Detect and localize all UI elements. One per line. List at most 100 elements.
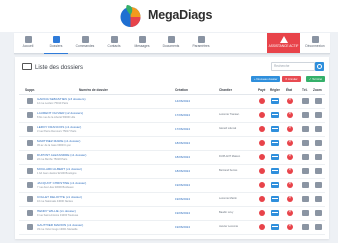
- dossier-name[interactable]: LAURENT OLIVIER (x2 dossiers): [37, 111, 157, 115]
- dossier-address: 22 rue Berthe 75018 Paris: [37, 158, 68, 161]
- nav-documents[interactable]: Documents: [158, 33, 184, 53]
- credit-card-icon[interactable]: [271, 98, 279, 104]
- nav-dossiers[interactable]: Dossiers: [44, 33, 68, 54]
- status-cancel-icon[interactable]: [287, 153, 293, 160]
- table-row[interactable]: JACQUOT CHRISTINE (x1 dossier) 7 rue des …: [19, 179, 325, 193]
- delete-icon[interactable]: [27, 210, 33, 216]
- table-row[interactable]: GAUTHIER MARION (x1 dossier) 33 rue Victo…: [19, 221, 325, 235]
- delete-icon[interactable]: [27, 112, 33, 118]
- nav-parametres[interactable]: Paramètres: [188, 33, 214, 53]
- table-row[interactable]: LEROY FRANCOIS (x1 dossier) 3 rue Pierre …: [19, 123, 325, 137]
- phone-icon[interactable]: [302, 210, 309, 216]
- paid-status-icon: [259, 196, 265, 202]
- credit-card-icon[interactable]: [271, 168, 279, 174]
- nav-messages[interactable]: Messages: [130, 33, 154, 53]
- zoom-icon[interactable]: [315, 210, 322, 216]
- table-row[interactable]: LAURENT OLIVIER (x2 dossiers) 8 bis rue d…: [19, 109, 325, 123]
- status-cancel-icon[interactable]: [287, 125, 293, 132]
- status-cancel-icon[interactable]: [287, 209, 293, 216]
- dossier-name[interactable]: HENRY WILLIE (x1 dossier): [37, 209, 157, 213]
- zoom-icon[interactable]: [315, 154, 322, 160]
- credit-card-icon[interactable]: [271, 126, 279, 132]
- status-cancel-icon[interactable]: [287, 97, 293, 104]
- dossier-name[interactable]: MOULARD ALBERT (x1 dossier): [37, 167, 157, 171]
- status-cancel-icon[interactable]: [287, 111, 293, 118]
- phone-icon[interactable]: [302, 112, 309, 118]
- credit-card-icon[interactable]: [271, 112, 279, 118]
- zoom-icon[interactable]: [315, 140, 322, 146]
- table-row[interactable]: HENRY WILLIE (x1 dossier) 9 rue Saint-Ant…: [19, 207, 325, 221]
- delete-icon[interactable]: [27, 98, 33, 104]
- dossier-name[interactable]: GAUTHIER MARION (x1 dossier): [37, 223, 157, 227]
- delete-icon[interactable]: [27, 154, 33, 160]
- creation-date: 17/06/2024: [175, 113, 191, 117]
- cart-icon: [81, 36, 89, 43]
- creation-date: 19/06/2024: [175, 197, 191, 201]
- zoom-icon[interactable]: [315, 224, 322, 230]
- nav-accueil[interactable]: Accueil: [16, 33, 40, 53]
- new-dossier-button[interactable]: + Nouveau dossier: [251, 76, 281, 82]
- delete-icon[interactable]: [27, 140, 33, 146]
- main-nav: Accueil Dossiers Commandes Contacts Mess…: [14, 33, 330, 54]
- page-title: Liste des dossiers: [22, 63, 83, 71]
- credit-card-icon[interactable]: [271, 140, 279, 146]
- phone-icon[interactable]: [302, 126, 309, 132]
- credit-card-icon[interactable]: [271, 182, 279, 188]
- dossier-name[interactable]: COLLET DELOITTE (x1 dossier): [37, 195, 157, 199]
- phone-icon[interactable]: [302, 140, 309, 146]
- status-cancel-icon[interactable]: [287, 223, 293, 230]
- search-input[interactable]: Recherche: [271, 62, 315, 71]
- zoom-icon[interactable]: [315, 112, 322, 118]
- paid-status-icon: [259, 140, 265, 146]
- phone-icon[interactable]: [302, 182, 309, 188]
- nav-deconnexion[interactable]: Déconnexion: [302, 33, 328, 53]
- zoom-icon[interactable]: [315, 196, 322, 202]
- delete-icon[interactable]: [27, 182, 33, 188]
- delete-icon[interactable]: [27, 196, 33, 202]
- assistance-alert[interactable]: ASSISTANCE ACTIF: [267, 33, 300, 53]
- dossier-name[interactable]: MARTINEZ MARIE (x1 dossier): [37, 139, 157, 143]
- status-cancel-icon[interactable]: [287, 139, 293, 146]
- dossier-name[interactable]: LEROY FRANCOIS (x1 dossier): [37, 125, 157, 129]
- dossier-name[interactable]: GARCIA SEBASTIEN (x3 dossiers): [37, 97, 157, 101]
- paid-status-icon: [259, 168, 265, 174]
- dossier-name[interactable]: JACQUOT CHRISTINE (x1 dossier): [37, 181, 157, 185]
- credit-card-icon[interactable]: [271, 196, 279, 202]
- document-icon: [167, 36, 175, 43]
- phone-icon[interactable]: [302, 168, 309, 174]
- table-row[interactable]: MARTINEZ MARIE (x1 dossier) 45 av. de la …: [19, 137, 325, 151]
- table-row[interactable]: DUPONT ALEXANDRE (x1 dossier) 22 rue Bert…: [19, 151, 325, 165]
- dossier-address: 9 rue Saint-Antoine 31000 Toulouse: [37, 214, 79, 217]
- phone-icon[interactable]: [302, 98, 309, 104]
- table-row[interactable]: MOULARD ALBERT (x1 dossier) 1 bd Jean Jau…: [19, 165, 325, 179]
- status-cancel-icon[interactable]: [287, 195, 293, 202]
- search-button[interactable]: [315, 62, 324, 71]
- dossier-name[interactable]: DUPONT ALEXANDRE (x1 dossier): [37, 153, 157, 157]
- nav-contacts[interactable]: Contacts: [102, 33, 126, 53]
- col-paye: Payé: [258, 88, 266, 92]
- delete-icon[interactable]: [27, 168, 33, 174]
- nav-commandes[interactable]: Commandes: [72, 33, 98, 53]
- status-cancel-icon[interactable]: [287, 181, 293, 188]
- chantier-name: Janvier Lecomte: [219, 225, 239, 228]
- zoom-icon[interactable]: [315, 98, 322, 104]
- table-row[interactable]: COLLET DELOITTE (x1 dossier) 16 rue Natio…: [19, 193, 325, 207]
- delete-icon[interactable]: [27, 224, 33, 230]
- credit-card-icon[interactable]: [271, 210, 279, 216]
- status-cancel-icon[interactable]: [287, 167, 293, 174]
- done-button[interactable]: ✓ Terminé: [306, 76, 326, 82]
- zoom-icon[interactable]: [315, 126, 322, 132]
- phone-icon[interactable]: [302, 154, 309, 160]
- credit-card-icon[interactable]: [271, 154, 279, 160]
- dossier-address: 1 bd Jean Jaurès 92100 Boulogne: [37, 172, 77, 175]
- paid-status-icon: [259, 98, 265, 104]
- cancel-button[interactable]: ✕ Annuler: [282, 76, 301, 82]
- table-row[interactable]: GARCIA SEBASTIEN (x3 dossiers) 12 rue Lec…: [19, 95, 325, 109]
- alert-label: ASSISTANCE ACTIF: [268, 44, 299, 48]
- zoom-icon[interactable]: [315, 168, 322, 174]
- zoom-icon[interactable]: [315, 182, 322, 188]
- phone-icon[interactable]: [302, 196, 309, 202]
- credit-card-icon[interactable]: [271, 224, 279, 230]
- delete-icon[interactable]: [27, 126, 33, 132]
- phone-icon[interactable]: [302, 224, 309, 230]
